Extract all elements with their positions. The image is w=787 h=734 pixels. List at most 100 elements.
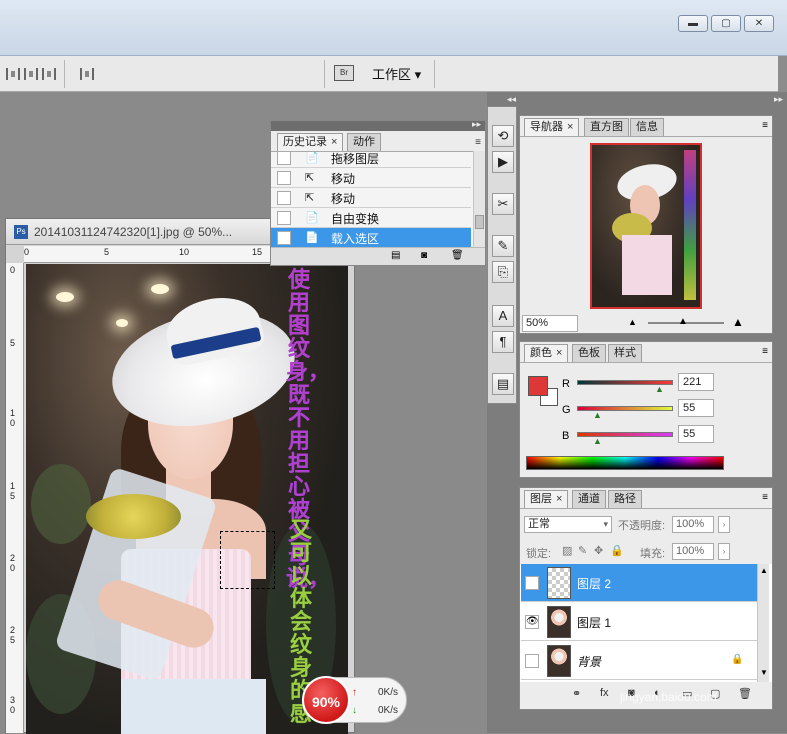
panel-menu-icon[interactable]: ≡ [762, 492, 768, 503]
opacity-field[interactable]: 100% [672, 516, 714, 533]
actions-panel-icon[interactable]: ▶ [492, 151, 514, 173]
clone-source-icon[interactable]: ⎘ [492, 261, 514, 283]
upload-speed: 0K/s [378, 687, 399, 698]
align-right-icon[interactable] [42, 68, 56, 80]
value-r[interactable]: 221 [678, 373, 714, 391]
zoom-field[interactable]: 50% [522, 315, 578, 332]
character-panel-icon[interactable]: A [492, 305, 514, 327]
tab-navigator[interactable]: 导航器 × [524, 118, 580, 136]
scroll-up-icon[interactable]: ▲ [760, 566, 768, 575]
tab-actions[interactable]: 动作 [347, 133, 381, 151]
move-tool-icon: ⇱ [305, 192, 315, 204]
history-row[interactable]: ⇱ 移动 [271, 188, 471, 208]
layer-name[interactable]: 背景 [577, 653, 601, 670]
tab-channels[interactable]: 通道 [572, 490, 606, 508]
tab-swatches[interactable]: 色板 [572, 344, 606, 362]
history-snapshot-checkbox[interactable] [277, 211, 291, 225]
close-icon[interactable]: × [556, 493, 562, 505]
trash-icon[interactable]: 🗑 [451, 250, 464, 261]
slider-g-thumb[interactable]: ▲ [593, 410, 602, 420]
history-row[interactable]: 📄 自由变换 [271, 208, 471, 228]
slider-b[interactable] [577, 432, 673, 437]
trash-icon[interactable]: 🗑 [738, 687, 752, 700]
tab-label: 图层 [530, 493, 552, 505]
paragraph-panel-icon[interactable]: ¶ [492, 331, 514, 353]
layer-row[interactable]: 👁 图层 1 [521, 603, 757, 641]
visibility-toggle[interactable] [525, 576, 539, 590]
history-snapshot-checkbox[interactable] [277, 152, 291, 165]
tab-history[interactable]: 历史记录 × [277, 133, 344, 151]
bridge-icon[interactable]: Br [334, 65, 354, 81]
link-layers-icon[interactable]: ⚭ [572, 687, 581, 700]
lock-transparent-icon[interactable]: ▨ [562, 544, 572, 557]
panel-menu-icon[interactable]: ≡ [762, 120, 768, 131]
close-button[interactable]: ✕ [744, 15, 774, 32]
close-icon[interactable]: × [331, 136, 337, 148]
minimize-button[interactable]: ▬ [678, 15, 708, 32]
tab-info[interactable]: 信息 [630, 118, 664, 136]
network-speed-widget[interactable]: 90% ↑ 0K/s ↓ 0K/s [302, 676, 407, 724]
slider-r-thumb[interactable]: ▲ [655, 384, 664, 394]
lock-all-icon[interactable]: 🔒 [610, 544, 624, 557]
tab-paths[interactable]: 路径 [608, 490, 642, 508]
value-b[interactable]: 55 [678, 425, 714, 443]
tab-styles[interactable]: 样式 [608, 344, 642, 362]
layer-style-icon[interactable]: fx [600, 687, 609, 699]
new-snapshot-icon[interactable]: ◙ [421, 250, 427, 261]
tab-layers[interactable]: 图层 × [524, 490, 569, 508]
slider-b-thumb[interactable]: ▲ [593, 436, 602, 446]
workspace-dropdown[interactable]: 工作区 ▾ [372, 64, 421, 83]
visibility-toggle[interactable] [525, 654, 539, 668]
history-snapshot-checkbox[interactable] [277, 231, 291, 245]
close-icon[interactable]: × [556, 347, 562, 359]
fill-slider-arrow[interactable]: › [718, 543, 730, 560]
selection-marquee[interactable] [220, 531, 275, 589]
history-row[interactable]: ⇱ 移动 [271, 168, 471, 188]
brushes-panel-icon[interactable]: ✎ [492, 235, 514, 257]
history-row[interactable]: 📄 拖移图层 [271, 152, 471, 168]
auto-align-icon[interactable] [80, 68, 94, 80]
collapse-icon[interactable]: ◂◂ [507, 94, 516, 105]
zoom-out-icon[interactable]: ▲ [628, 317, 637, 327]
maximize-button[interactable]: ▢ [711, 15, 741, 32]
panel-menu-icon[interactable]: ≡ [762, 346, 768, 357]
plants-background [31, 464, 91, 544]
value-g[interactable]: 55 [678, 399, 714, 417]
opacity-slider-arrow[interactable]: › [718, 516, 730, 533]
expand-icon[interactable]: ▸▸ [774, 94, 783, 105]
foreground-color-swatch[interactable] [528, 376, 548, 396]
layer-row[interactable]: 图层 2 [521, 564, 757, 602]
zoom-slider-thumb[interactable]: ▲ [678, 316, 688, 327]
navigator-thumbnail[interactable] [590, 143, 702, 309]
blend-mode-select[interactable]: 正常 ▾ [524, 516, 612, 533]
document-canvas-photo[interactable]: 使用图纹身，既不用担心被父母说， 又可以体会纹身的感 [26, 264, 348, 734]
zoom-in-icon[interactable]: ▲ [732, 315, 744, 329]
color-spectrum-ramp[interactable] [526, 456, 724, 470]
eye-icon[interactable]: 👁 [525, 615, 539, 629]
scrollbar-thumb[interactable] [475, 215, 484, 229]
history-snapshot-checkbox[interactable] [277, 191, 291, 205]
tab-color[interactable]: 颜色 × [524, 344, 569, 362]
history-row-label: 自由变换 [331, 212, 380, 226]
history-row-selected[interactable]: 📄 载入选区 [271, 228, 471, 247]
panel-menu-icon[interactable]: ≡ [475, 137, 481, 148]
align-center-icon[interactable] [24, 68, 38, 80]
history-scrollbar[interactable] [473, 151, 485, 247]
lock-image-icon[interactable]: ✎ [578, 544, 587, 557]
scroll-down-icon[interactable]: ▼ [760, 668, 768, 677]
align-left-icon[interactable] [6, 68, 20, 80]
history-panel-icon[interactable]: ⟲ [492, 125, 514, 147]
speed-percent-badge[interactable]: 90% [302, 676, 350, 724]
history-snapshot-checkbox[interactable] [277, 171, 291, 185]
slider-g[interactable] [577, 406, 673, 411]
new-document-from-state-icon[interactable]: ▤ [391, 250, 400, 261]
tab-histogram[interactable]: 直方图 [584, 118, 629, 136]
tool-presets-icon[interactable]: ✂ [492, 193, 514, 215]
layer-name[interactable]: 图层 2 [577, 575, 611, 592]
layers-scrollbar[interactable]: ▲ ▼ [757, 564, 769, 682]
fill-field[interactable]: 100% [672, 543, 714, 560]
layer-comps-icon[interactable]: ▤ [492, 373, 514, 395]
lock-position-icon[interactable]: ✥ [594, 544, 603, 557]
layer-name[interactable]: 图层 1 [577, 614, 611, 631]
close-icon[interactable]: × [567, 121, 573, 133]
